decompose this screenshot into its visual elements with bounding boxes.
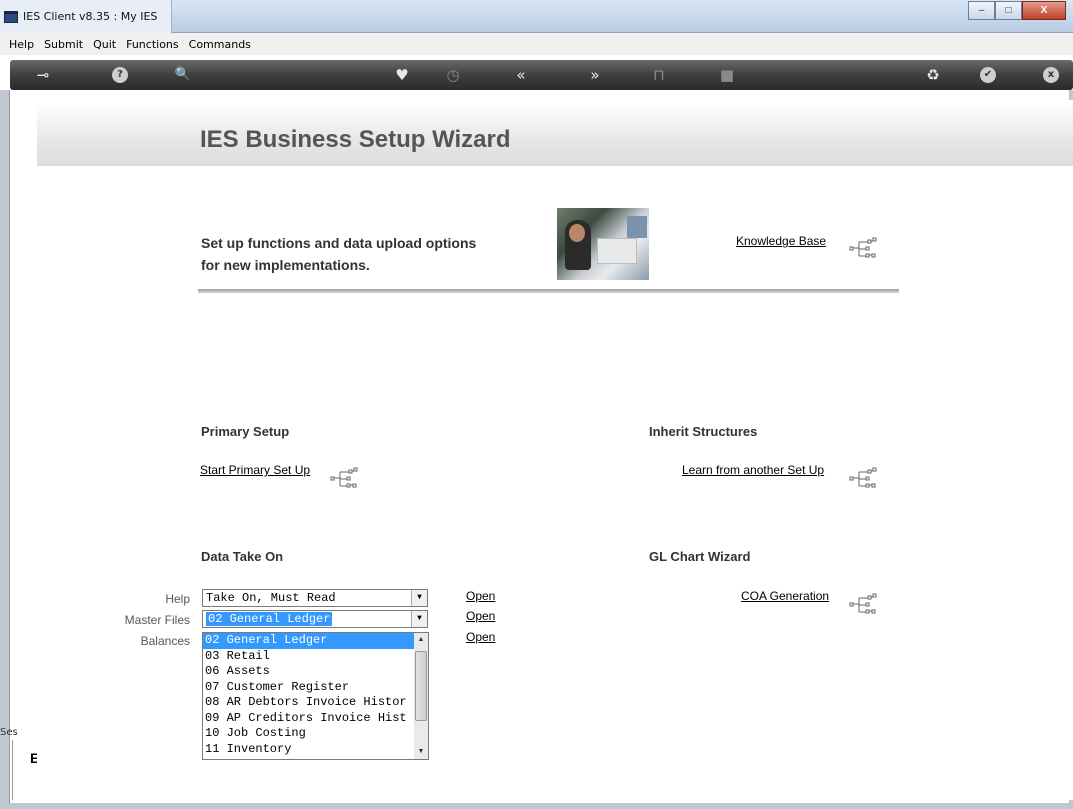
list-item[interactable]: 08 AR Debtors Invoice Histor xyxy=(203,695,415,711)
intro-line-2: for new implementations. xyxy=(201,257,370,273)
coa-generation-link[interactable]: COA Generation xyxy=(741,589,829,603)
window-titlebar: IES Client v8.35 : My IES – □ X xyxy=(0,0,1073,33)
primary-setup-title: Primary Setup xyxy=(201,424,290,439)
scrollbar-thumb[interactable] xyxy=(415,651,427,721)
heart-icon[interactable]: ♥ xyxy=(391,67,413,83)
forward-icon[interactable]: » xyxy=(584,67,606,83)
page-title: IES Business Setup Wizard xyxy=(200,126,511,153)
help-icon[interactable]: ? xyxy=(112,67,128,83)
help-select-value: Take On, Must Read xyxy=(206,591,336,605)
list-item[interactable]: 10 Job Costing xyxy=(203,726,415,742)
learn-from-another-setup-link[interactable]: Learn from another Set Up xyxy=(682,463,824,477)
search-icon[interactable]: 🔍 xyxy=(172,67,194,83)
left-frame xyxy=(0,90,10,809)
clock-icon[interactable]: ◷ xyxy=(442,67,464,83)
list-item[interactable]: 11 Inventory xyxy=(203,742,415,758)
scroll-down-icon[interactable]: ▼ xyxy=(414,745,428,759)
balances-label: Balances xyxy=(140,634,190,648)
bottom-frame xyxy=(0,803,1073,809)
toolbar: ⊸ ? 🔍 ♥ ◷ « » ⊓ ■ ♻ ✔ x xyxy=(10,60,1073,90)
list-item[interactable]: 06 Assets xyxy=(203,664,415,680)
chevron-down-icon[interactable]: ▼ xyxy=(411,590,427,606)
menu-quit[interactable]: Quit xyxy=(88,38,121,51)
list-item[interactable]: 09 AP Creditors Invoice Hist xyxy=(203,711,415,727)
close-icon[interactable]: x xyxy=(1043,67,1059,83)
menu-commands[interactable]: Commands xyxy=(184,38,256,51)
intro-text: Set up functions and data upload options… xyxy=(201,232,501,276)
maximize-button[interactable]: □ xyxy=(995,1,1022,20)
master-files-dropdown-list[interactable]: 02 General Ledger 03 Retail 06 Assets 07… xyxy=(202,632,416,760)
master-files-select-value: 02 General Ledger xyxy=(206,612,333,626)
check-icon[interactable]: ✔ xyxy=(980,67,996,83)
intro-line-1: Set up functions and data upload options xyxy=(201,235,477,251)
chevron-down-icon[interactable]: ▼ xyxy=(411,611,427,627)
list-item[interactable]: 07 Customer Register xyxy=(203,680,415,696)
inherit-structures-title: Inherit Structures xyxy=(649,424,758,439)
recycle-icon[interactable]: ♻ xyxy=(922,67,944,83)
app-icon xyxy=(4,10,18,23)
dropdown-scrollbar[interactable]: ▲ ▼ xyxy=(414,632,429,760)
back-icon[interactable]: « xyxy=(510,67,532,83)
window-title-tab: IES Client v8.35 : My IES xyxy=(0,0,172,33)
open-master-files-link[interactable]: Open xyxy=(466,609,495,623)
open-help-link[interactable]: Open xyxy=(466,589,495,603)
gl-chart-wizard-title: GL Chart Wizard xyxy=(649,549,751,564)
window-controls: – □ X xyxy=(968,1,1066,20)
minimize-button[interactable]: – xyxy=(968,1,995,20)
tree-diagram-icon[interactable] xyxy=(329,466,361,490)
header-separator xyxy=(198,289,899,293)
key-icon[interactable]: ⊸ xyxy=(32,67,54,83)
menu-functions[interactable]: Functions xyxy=(121,38,184,51)
tools-icon[interactable]: ⊓ xyxy=(648,67,670,83)
tree-diagram-icon[interactable] xyxy=(848,592,880,616)
master-files-select[interactable]: 02 General Ledger ▼ xyxy=(202,610,428,628)
menu-bar: Help Submit Quit Functions Commands xyxy=(0,33,1073,55)
close-window-button[interactable]: X xyxy=(1022,1,1066,20)
data-take-on-title: Data Take On xyxy=(201,549,284,564)
list-item[interactable]: 03 Retail xyxy=(203,649,415,665)
menu-submit[interactable]: Submit xyxy=(39,38,88,51)
session-panel xyxy=(12,740,34,800)
open-balances-link[interactable]: Open xyxy=(466,630,495,644)
session-label: Ses xyxy=(0,727,18,738)
stop-icon[interactable]: ■ xyxy=(716,67,738,83)
master-files-label: Master Files xyxy=(124,613,190,627)
menu-help[interactable]: Help xyxy=(4,38,39,51)
tree-diagram-icon[interactable] xyxy=(848,236,880,260)
start-primary-setup-link[interactable]: Start Primary Set Up xyxy=(200,463,310,477)
help-select[interactable]: Take On, Must Read ▼ xyxy=(202,589,428,607)
content-area xyxy=(37,100,1073,800)
knowledge-base-link[interactable]: Knowledge Base xyxy=(736,234,826,248)
scroll-up-icon[interactable]: ▲ xyxy=(414,633,428,647)
tree-diagram-icon[interactable] xyxy=(848,466,880,490)
list-item[interactable]: 02 General Ledger xyxy=(203,633,415,649)
window-title: IES Client v8.35 : My IES xyxy=(23,10,158,23)
header-band xyxy=(37,104,1073,166)
office-photo xyxy=(557,208,649,280)
help-label: Help xyxy=(165,592,190,606)
